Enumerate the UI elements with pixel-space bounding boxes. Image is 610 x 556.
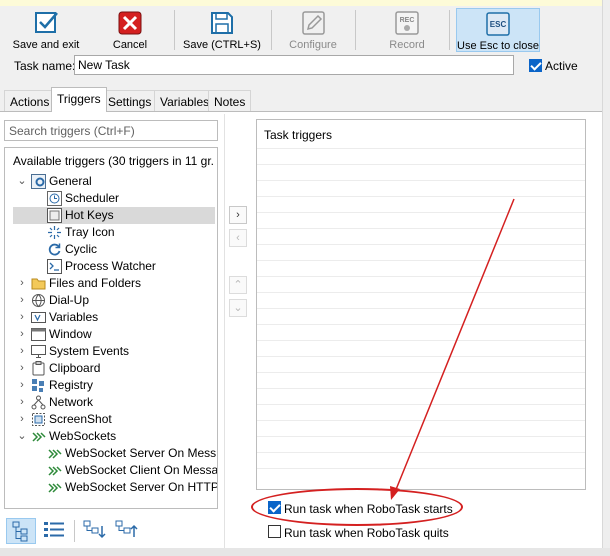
window-bottom-edge [0,548,610,556]
annotation-arrow [390,198,515,500]
tab-triggers[interactable]: Triggers [51,87,107,112]
